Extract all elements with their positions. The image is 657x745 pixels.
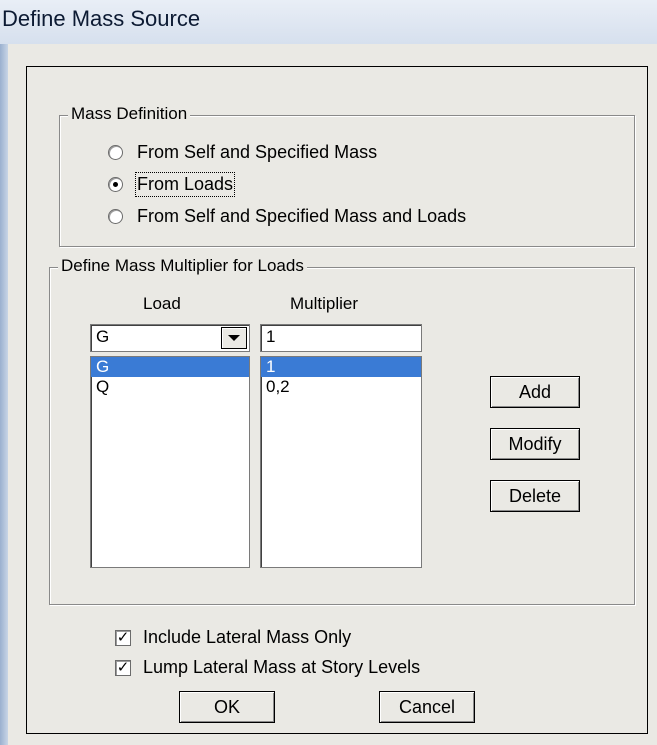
check-icon[interactable]: ✓ — [115, 629, 131, 646]
add-button[interactable]: Add — [490, 376, 580, 408]
cancel-button[interactable]: Cancel — [379, 691, 475, 723]
delete-button[interactable]: Delete — [490, 480, 580, 512]
modify-button[interactable]: Modify — [490, 428, 580, 460]
lump-lateral-checkbox[interactable]: ✓ Lump Lateral Mass at Story Levels — [115, 657, 420, 678]
radio-button[interactable] — [108, 209, 123, 224]
radio-button[interactable] — [108, 145, 123, 160]
ok-button[interactable]: OK — [179, 691, 275, 723]
radio-from-loads[interactable]: From Loads — [108, 172, 236, 197]
radio-label: From Self and Specified Mass — [137, 142, 378, 162]
window-title: Define Mass Source — [2, 6, 201, 31]
radio-button-selected[interactable] — [108, 177, 123, 192]
radio-self-specified[interactable]: From Self and Specified Mass — [108, 142, 377, 163]
radio-label: From Self and Specified Mass and Loads — [137, 206, 467, 226]
mass-multiplier-label: Define Mass Multiplier for Loads — [58, 256, 307, 276]
lump-lateral-label: Lump Lateral Mass at Story Levels — [143, 657, 421, 677]
load-column-header: Load — [143, 294, 181, 313]
dialog-body: Mass Definition From Self and Specified … — [8, 44, 657, 745]
dialog-frame: Mass Definition From Self and Specified … — [26, 66, 648, 734]
title-bar[interactable]: Define Mass Source — [0, 0, 657, 44]
chevron-down-icon[interactable] — [221, 327, 247, 349]
list-item[interactable]: 0,2 — [261, 377, 421, 397]
list-item[interactable]: Q — [91, 377, 249, 397]
load-combobox-value: G — [96, 327, 110, 346]
list-item[interactable]: 1 — [261, 357, 421, 377]
mass-definition-group: Mass Definition From Self and Specified … — [59, 104, 635, 247]
multiplier-list[interactable]: 1 0,2 — [260, 356, 422, 568]
load-combobox[interactable]: G — [90, 324, 250, 352]
window-left-border — [0, 44, 8, 745]
load-list[interactable]: G Q — [90, 356, 250, 568]
include-lateral-label: Include Lateral Mass Only — [143, 627, 352, 647]
check-icon[interactable]: ✓ — [115, 659, 131, 676]
mass-multiplier-group: Define Mass Multiplier for Loads Load Mu… — [49, 256, 635, 605]
multiplier-column-header: Multiplier — [290, 294, 359, 313]
multiplier-input-value: 1 — [266, 327, 276, 346]
multiplier-input[interactable]: 1 — [260, 324, 422, 352]
mass-definition-label: Mass Definition — [68, 104, 191, 124]
radio-self-specified-loads[interactable]: From Self and Specified Mass and Loads — [108, 206, 466, 227]
list-item[interactable]: G — [91, 357, 249, 377]
include-lateral-checkbox[interactable]: ✓ Include Lateral Mass Only — [115, 627, 351, 648]
radio-label: From Loads — [134, 172, 236, 197]
